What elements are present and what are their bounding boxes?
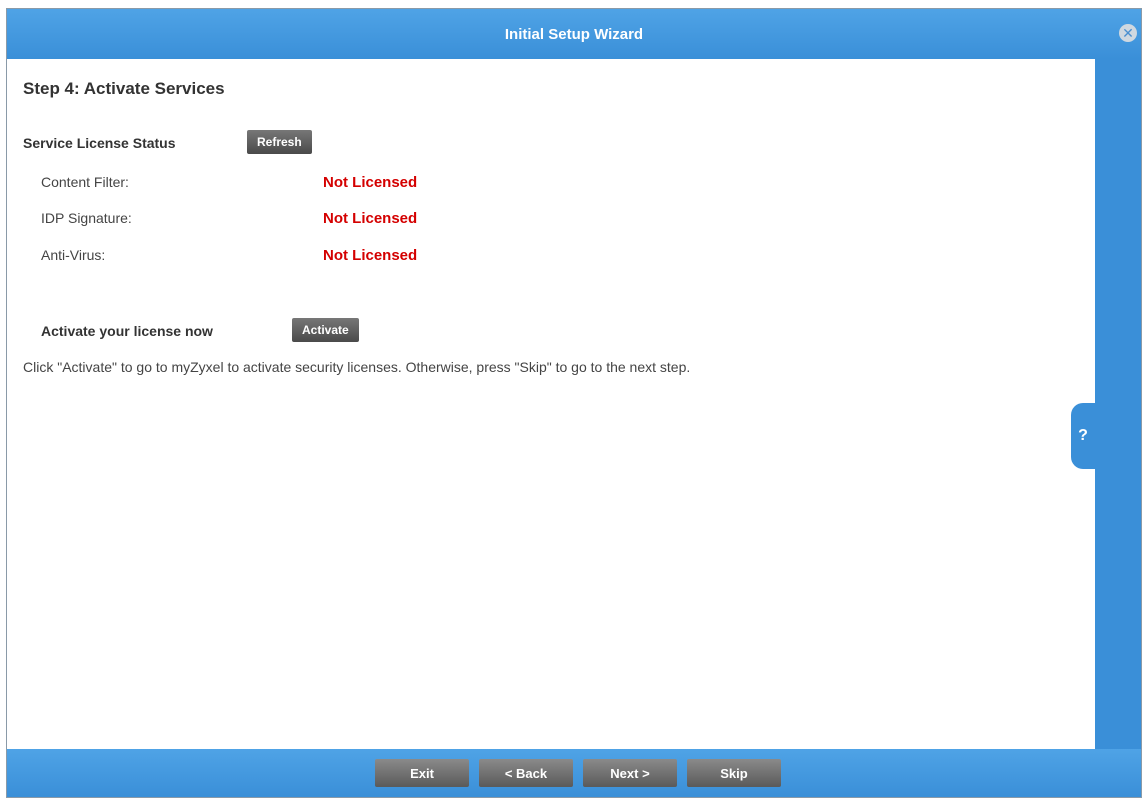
anti-virus-status: Not Licensed [323, 247, 418, 264]
license-status-heading: Service License Status [23, 135, 176, 151]
activate-heading: Activate your license now [41, 323, 213, 339]
title-bar: Initial Setup Wizard ✕ [7, 9, 1141, 59]
activate-button[interactable]: Activate [292, 318, 359, 342]
exit-button[interactable]: Exit [375, 759, 469, 787]
content-filter-label: Content Filter: [41, 174, 129, 190]
wizard-content: Step 4: Activate Services Service Licens… [7, 59, 1091, 749]
next-button[interactable]: Next > [583, 759, 677, 787]
idp-signature-label: IDP Signature: [41, 210, 132, 226]
close-icon[interactable]: ✕ [1119, 24, 1137, 42]
wizard-footer: Exit < Back Next > Skip [7, 749, 1141, 797]
skip-button[interactable]: Skip [687, 759, 781, 787]
help-side-panel [1095, 59, 1141, 749]
page-title: Step 4: Activate Services [23, 79, 225, 98]
back-button[interactable]: < Back [479, 759, 573, 787]
help-icon[interactable]: ? [1071, 403, 1095, 469]
wizard-window: Initial Setup Wizard ✕ Step 4: Activate … [6, 8, 1142, 798]
refresh-button[interactable]: Refresh [247, 130, 312, 154]
idp-signature-status: Not Licensed [323, 210, 418, 227]
activate-description: Click "Activate" to go to myZyxel to act… [23, 359, 691, 375]
anti-virus-label: Anti-Virus: [41, 247, 106, 263]
window-title: Initial Setup Wizard [504, 25, 644, 43]
content-filter-status: Not Licensed [323, 174, 418, 191]
